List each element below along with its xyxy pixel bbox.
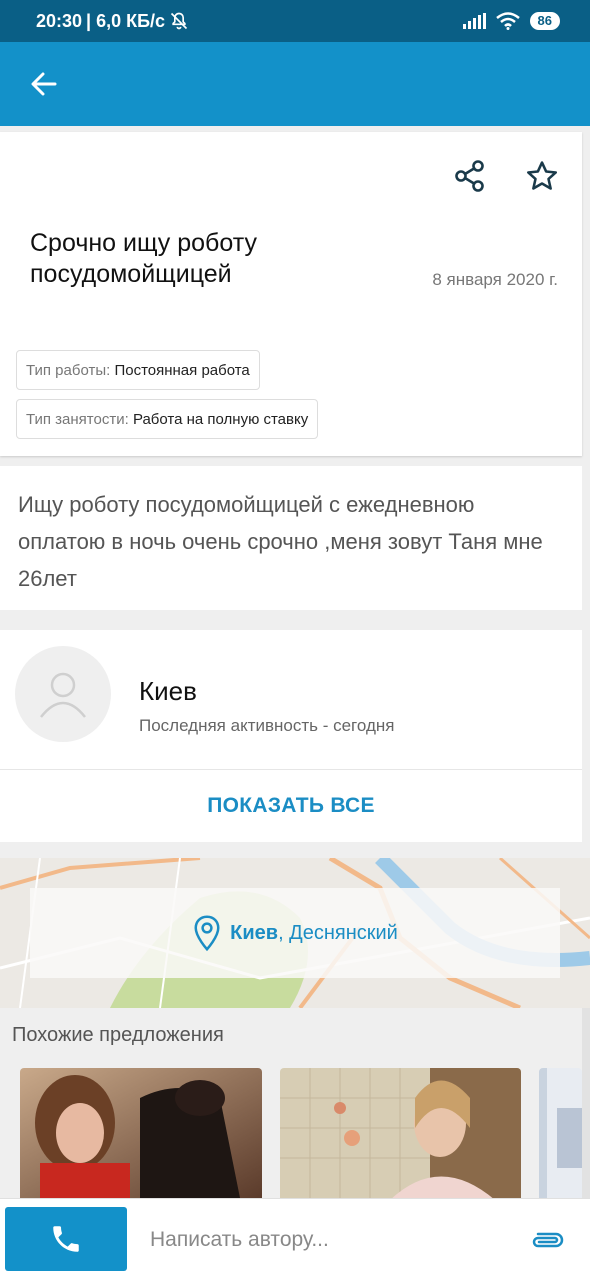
map-location-label: Киев, Деснянский bbox=[30, 888, 560, 978]
phone-icon bbox=[53, 1226, 79, 1252]
paperclip-icon bbox=[532, 1232, 564, 1248]
show-all-button[interactable]: ПОКАЗАТЬ ВСЕ bbox=[0, 770, 582, 842]
similar-offer-thumbnail[interactable] bbox=[280, 1068, 521, 1200]
similar-offers-section: Похожие предложения bbox=[0, 1008, 582, 1200]
location-pin-icon bbox=[194, 915, 220, 952]
user-avatar-icon bbox=[40, 672, 86, 718]
status-network-speed: | 6,0 КБ/с bbox=[86, 10, 166, 31]
wifi-icon bbox=[495, 12, 520, 30]
attribute-value: Работа на полную ставку bbox=[132, 410, 309, 428]
map-district: , Деснянский bbox=[278, 921, 398, 944]
arrow-back-icon bbox=[31, 72, 57, 96]
similar-offer-thumbnail[interactable] bbox=[20, 1068, 262, 1200]
offer-photo bbox=[20, 1068, 262, 1200]
call-button[interactable] bbox=[5, 1207, 127, 1271]
attach-button[interactable] bbox=[524, 1219, 570, 1261]
share-button[interactable] bbox=[448, 154, 492, 198]
avatar bbox=[15, 646, 111, 742]
battery-indicator: 86 bbox=[529, 12, 560, 30]
share-icon bbox=[455, 160, 484, 192]
favorite-button[interactable] bbox=[518, 154, 566, 198]
author-city: Киев bbox=[139, 676, 197, 706]
offer-photo bbox=[539, 1068, 582, 1200]
offer-photo bbox=[280, 1068, 521, 1200]
similar-offer-thumbnail[interactable] bbox=[539, 1068, 582, 1200]
attribute-key: Тип занятости: bbox=[26, 410, 129, 428]
attribute-chip-work-type: Тип работы: Постоянная работа bbox=[16, 350, 260, 390]
ad-description: Ищу роботу посудомойщицей с ежедневною о… bbox=[0, 466, 582, 610]
bell-off-icon bbox=[170, 12, 188, 30]
attribute-value: Постоянная работа bbox=[114, 361, 250, 379]
map-city: Киев bbox=[230, 921, 279, 944]
message-input[interactable] bbox=[150, 1221, 510, 1259]
ad-date: 8 января 2020 г. bbox=[432, 270, 558, 289]
star-outline-icon bbox=[526, 161, 558, 190]
ad-header-card: Срочно ищу роботу посудомойщицей 8 январ… bbox=[0, 132, 582, 456]
author-card: Киев Последняя активность - сегодня ПОКА… bbox=[0, 630, 582, 842]
bottom-action-bar bbox=[0, 1198, 590, 1280]
attribute-chip-employment: Тип занятости: Работа на полную ставку bbox=[16, 399, 319, 439]
status-bar: 20:30 | 6,0 КБ/с 86 bbox=[0, 0, 590, 42]
similar-offers-title: Похожие предложения bbox=[12, 1024, 224, 1046]
app-bar bbox=[0, 42, 590, 126]
signal-icon bbox=[462, 13, 486, 29]
status-time: 20:30 bbox=[36, 10, 83, 31]
scrollbar bbox=[582, 1008, 590, 1198]
author-last-activity: Последняя активность - сегодня bbox=[139, 716, 395, 735]
ad-title: Срочно ищу роботу посудомойщицей bbox=[30, 229, 257, 288]
location-map[interactable]: Киев, Деснянский bbox=[0, 858, 590, 1008]
back-button[interactable] bbox=[22, 62, 66, 106]
attribute-key: Тип работы: bbox=[26, 361, 111, 379]
